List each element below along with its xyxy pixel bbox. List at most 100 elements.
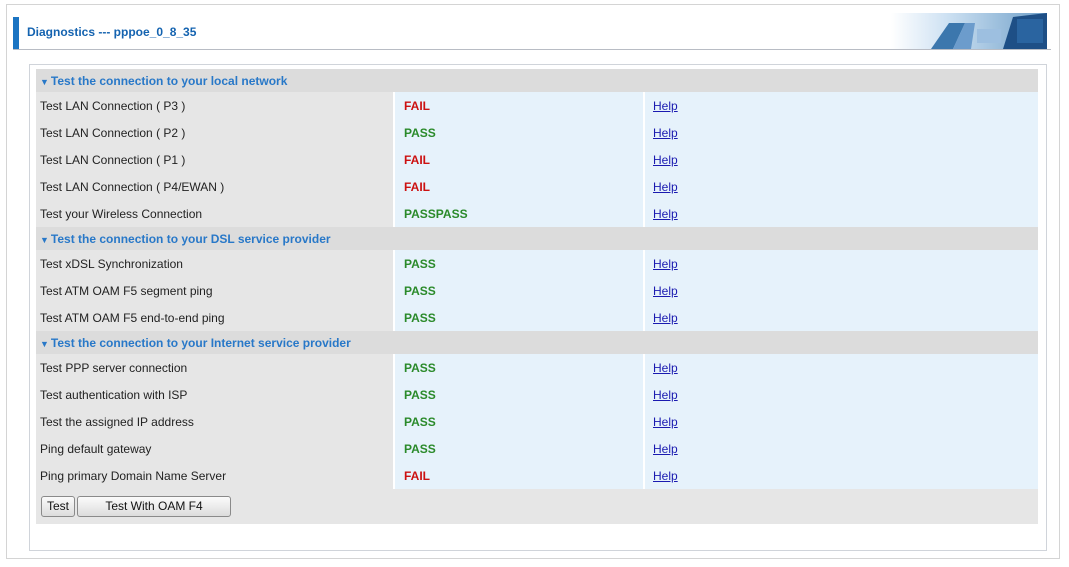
section-title: Test the connection to your local networ…: [50, 73, 288, 88]
test-name: Test ATM OAM F5 segment ping: [36, 277, 393, 304]
test-name: Test authentication with ISP: [36, 381, 393, 408]
table-row: Test authentication with ISP PASS Help: [36, 381, 1038, 408]
diagnostics-frame: Diagnostics --- pppoe_0_8_35 ▼ Test the c…: [6, 4, 1060, 559]
test-status: PASS: [404, 360, 436, 375]
diagnostics-panel: ▼ Test the connection to your local netwo…: [29, 64, 1047, 551]
caret-down-icon: ▼: [40, 338, 49, 349]
test-name: Test xDSL Synchronization: [36, 250, 393, 277]
help-link[interactable]: Help: [649, 180, 678, 194]
test-status: PASS: [404, 256, 436, 271]
help-cell: Help: [645, 200, 1038, 227]
help-cell: Help: [645, 277, 1038, 304]
section-header: ▼ Test the connection to your Internet se…: [36, 331, 1038, 354]
help-link[interactable]: Help: [649, 153, 678, 167]
table-row: Test LAN Connection ( P3 ) FAIL Help: [36, 92, 1038, 119]
button-row-cell: Test Test With OAM F4: [36, 489, 1038, 524]
help-link[interactable]: Help: [649, 469, 678, 483]
section-header-cell: ▼ Test the connection to your local netwo…: [36, 69, 1038, 92]
test-name: Ping primary Domain Name Server: [36, 462, 393, 489]
test-status: FAIL: [404, 152, 430, 167]
section-header-cell: ▼ Test the connection to your DSL service…: [36, 227, 1038, 250]
section-header-cell: ▼ Test the connection to your Internet se…: [36, 331, 1038, 354]
table-row: Test LAN Connection ( P1 ) FAIL Help: [36, 146, 1038, 173]
caret-down-icon: ▼: [40, 76, 49, 87]
help-link[interactable]: Help: [649, 442, 678, 456]
help-link[interactable]: Help: [649, 99, 678, 113]
caret-down-icon: ▼: [40, 234, 49, 245]
help-cell: Help: [645, 462, 1038, 489]
test-name: Test LAN Connection ( P4/EWAN ): [36, 173, 393, 200]
test-status: PASS: [404, 387, 436, 402]
table-row: Test ATM OAM F5 segment ping PASS Help: [36, 277, 1038, 304]
test-status-cell: PASS: [395, 304, 643, 331]
help-cell: Help: [645, 435, 1038, 462]
help-cell: Help: [645, 354, 1038, 381]
table-row: Test your Wireless Connection PASSPASS Hel…: [36, 200, 1038, 227]
section-header: ▼ Test the connection to your DSL service…: [36, 227, 1038, 250]
table-row: Ping default gateway PASS Help: [36, 435, 1038, 462]
test-status-cell: PASS: [395, 277, 643, 304]
table-row: Test LAN Connection ( P4/EWAN ) FAIL Help: [36, 173, 1038, 200]
help-link[interactable]: Help: [649, 257, 678, 271]
help-link[interactable]: Help: [649, 415, 678, 429]
help-link[interactable]: Help: [649, 361, 678, 375]
test-status-cell: FAIL: [395, 173, 643, 200]
test-name: Test LAN Connection ( P1 ): [36, 146, 393, 173]
diagnostics-table: ▼ Test the connection to your local netwo…: [34, 69, 1040, 524]
test-status-cell: PASS: [395, 250, 643, 277]
help-link[interactable]: Help: [649, 126, 678, 140]
test-status-cell: FAIL: [395, 92, 643, 119]
test-status: PASS: [404, 441, 436, 456]
test-status: PASSPASS: [404, 206, 468, 221]
help-link[interactable]: Help: [649, 284, 678, 298]
table-row: Test PPP server connection PASS Help: [36, 354, 1038, 381]
section-header: ▼ Test the connection to your local netwo…: [36, 69, 1038, 92]
help-cell: Help: [645, 250, 1038, 277]
help-link[interactable]: Help: [649, 311, 678, 325]
section-title: Test the connection to your DSL service …: [50, 231, 331, 246]
test-status-cell: PASS: [395, 435, 643, 462]
test-status-cell: FAIL: [395, 462, 643, 489]
test-name: Ping default gateway: [36, 435, 393, 462]
table-row: Test ATM OAM F5 end-to-end ping PASS Help: [36, 304, 1038, 331]
test-status: FAIL: [404, 98, 430, 113]
help-cell: Help: [645, 92, 1038, 119]
office-banner-image: [891, 13, 1047, 49]
test-status: PASS: [404, 414, 436, 429]
help-cell: Help: [645, 173, 1038, 200]
test-name: Test PPP server connection: [36, 354, 393, 381]
help-cell: Help: [645, 146, 1038, 173]
button-row: Test Test With OAM F4: [36, 489, 1038, 524]
help-link[interactable]: Help: [649, 388, 678, 402]
test-with-oam-f4-button[interactable]: Test With OAM F4: [77, 496, 232, 517]
test-name: Test your Wireless Connection: [36, 200, 393, 227]
test-name: Test LAN Connection ( P2 ): [36, 119, 393, 146]
test-button[interactable]: Test: [41, 496, 76, 517]
test-status: PASS: [404, 310, 436, 325]
help-cell: Help: [645, 408, 1038, 435]
test-status-cell: PASS: [395, 381, 643, 408]
table-row: Test xDSL Synchronization PASS Help: [36, 250, 1038, 277]
help-cell: Help: [645, 119, 1038, 146]
help-link[interactable]: Help: [649, 207, 678, 221]
test-status: PASS: [404, 125, 436, 140]
test-name: Test LAN Connection ( P3 ): [36, 92, 393, 119]
test-name: Test the assigned IP address: [36, 408, 393, 435]
page-title: Diagnostics --- pppoe_0_8_35: [27, 25, 197, 39]
help-cell: Help: [645, 304, 1038, 331]
page-header: Diagnostics --- pppoe_0_8_35: [13, 11, 1051, 50]
table-row: Test the assigned IP address PASS Help: [36, 408, 1038, 435]
help-cell: Help: [645, 381, 1038, 408]
test-status: PASS: [404, 283, 436, 298]
table-row: Ping primary Domain Name Server FAIL Help: [36, 462, 1038, 489]
header-accent-bar: [13, 17, 19, 49]
test-status-cell: PASS: [395, 408, 643, 435]
test-status: FAIL: [404, 179, 430, 194]
section-title: Test the connection to your Internet ser…: [50, 335, 351, 350]
test-status-cell: FAIL: [395, 146, 643, 173]
test-name: Test ATM OAM F5 end-to-end ping: [36, 304, 393, 331]
test-status-cell: PASSPASS: [395, 200, 643, 227]
test-status-cell: PASS: [395, 354, 643, 381]
table-row: Test LAN Connection ( P2 ) PASS Help: [36, 119, 1038, 146]
test-status-cell: PASS: [395, 119, 643, 146]
